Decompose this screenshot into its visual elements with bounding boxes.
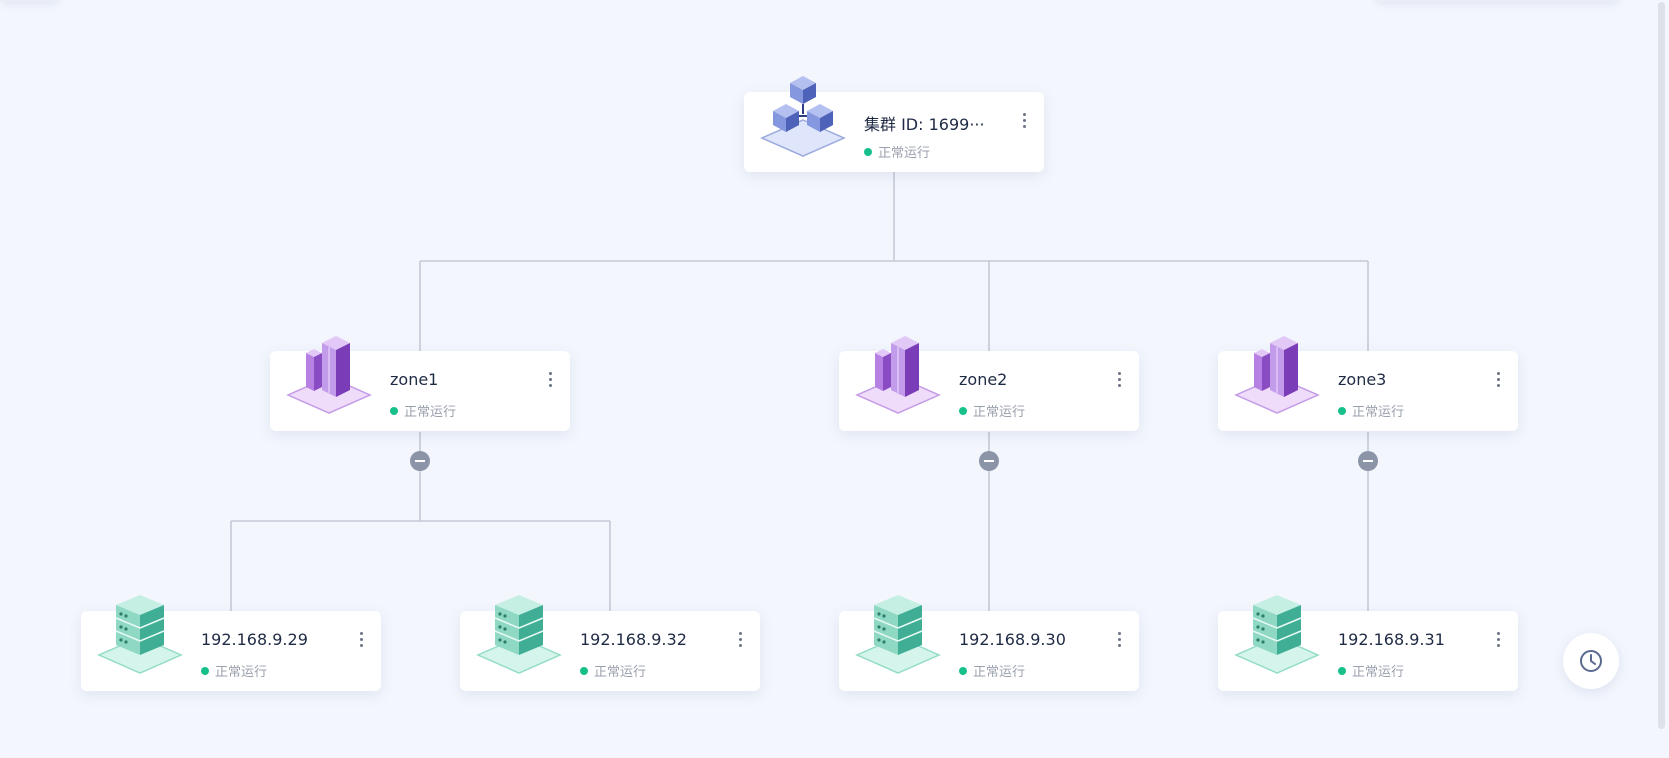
zone1-card[interactable]: zone1 正常运行 bbox=[270, 336, 570, 431]
zone1-more-icon[interactable] bbox=[544, 365, 556, 393]
vertical-scrollbar[interactable] bbox=[1655, 0, 1669, 758]
status-ok-dot bbox=[1338, 406, 1346, 415]
cluster-more-icon[interactable] bbox=[1018, 106, 1030, 134]
server-31-more-icon[interactable] bbox=[1492, 625, 1504, 653]
zone1-collapse-icon[interactable] bbox=[410, 451, 430, 471]
server-32-title: 192.168.9.32 bbox=[580, 630, 687, 649]
server-stack-icon bbox=[855, 595, 941, 674]
server-stack-icon bbox=[1234, 595, 1320, 674]
status-ok-dot bbox=[390, 406, 398, 415]
status-ok-dot bbox=[1338, 666, 1346, 675]
server-32-more-icon[interactable] bbox=[734, 625, 746, 653]
zone2-card[interactable]: zone2 正常运行 bbox=[839, 336, 1139, 431]
server-card-31[interactable]: 192.168.9.31 正常运行 bbox=[1218, 595, 1518, 691]
zone1-title: zone1 bbox=[390, 370, 439, 389]
server-30-more-icon[interactable] bbox=[1113, 625, 1125, 653]
zone3-status: 正常运行 bbox=[1338, 401, 1404, 420]
zone3-status-text: 正常运行 bbox=[1352, 405, 1405, 420]
server-30-title: 192.168.9.30 bbox=[959, 630, 1066, 649]
server-stack-icon bbox=[476, 595, 562, 674]
server-32-status: 正常运行 bbox=[580, 661, 646, 680]
server-30-status: 正常运行 bbox=[959, 661, 1025, 680]
server-31-title: 192.168.9.31 bbox=[1338, 630, 1445, 649]
zone-building-icon bbox=[1234, 336, 1320, 414]
clock-icon bbox=[1580, 650, 1602, 672]
zone3-collapse-icon[interactable] bbox=[1358, 451, 1378, 471]
server-30-status-text: 正常运行 bbox=[973, 665, 1026, 680]
status-ok-dot bbox=[580, 666, 588, 675]
cluster-status: 正常运行 bbox=[864, 142, 930, 161]
zone3-title: zone3 bbox=[1338, 370, 1387, 389]
server-29-status-text: 正常运行 bbox=[215, 665, 268, 680]
server-card-32[interactable]: 192.168.9.32 正常运行 bbox=[460, 595, 760, 691]
server-card-30[interactable]: 192.168.9.30 正常运行 bbox=[839, 595, 1139, 691]
server-card-29[interactable]: 192.168.9.29 正常运行 bbox=[81, 595, 381, 691]
server-32-status-text: 正常运行 bbox=[594, 665, 647, 680]
zone2-status-text: 正常运行 bbox=[973, 405, 1026, 420]
zone2-title: zone2 bbox=[959, 370, 1008, 389]
cluster-card[interactable]: 集群 ID: 1699··· 正常运行 bbox=[744, 76, 1044, 172]
server-29-status: 正常运行 bbox=[201, 661, 267, 680]
zone1-status: 正常运行 bbox=[390, 401, 456, 420]
cluster-title: 集群 ID: 1699··· bbox=[864, 115, 984, 134]
server-31-status-text: 正常运行 bbox=[1352, 665, 1405, 680]
status-ok-dot bbox=[959, 406, 967, 415]
server-stack-icon bbox=[97, 595, 183, 674]
zone3-more-icon[interactable] bbox=[1492, 365, 1504, 393]
status-ok-dot bbox=[201, 666, 209, 675]
zone2-status: 正常运行 bbox=[959, 401, 1025, 420]
topology-canvas: 集群 ID: 1699··· 正常运行 zone1 正常运行 zone2 正常运… bbox=[0, 0, 1669, 758]
status-ok-dot bbox=[959, 666, 967, 675]
zone2-collapse-icon[interactable] bbox=[979, 451, 999, 471]
zone2-more-icon[interactable] bbox=[1113, 365, 1125, 393]
server-29-title: 192.168.9.29 bbox=[201, 630, 308, 649]
history-button[interactable] bbox=[1563, 633, 1619, 689]
zone-building-icon bbox=[286, 336, 372, 414]
cluster-cubes-icon bbox=[760, 76, 846, 157]
status-ok-dot bbox=[864, 147, 872, 156]
zone3-card[interactable]: zone3 正常运行 bbox=[1218, 336, 1518, 431]
cluster-status-text: 正常运行 bbox=[878, 146, 931, 161]
server-31-status: 正常运行 bbox=[1338, 661, 1404, 680]
server-29-more-icon[interactable] bbox=[355, 625, 367, 653]
zone-building-icon bbox=[855, 336, 941, 414]
scrollbar-thumb[interactable] bbox=[1658, 2, 1665, 729]
zone1-status-text: 正常运行 bbox=[404, 405, 457, 420]
